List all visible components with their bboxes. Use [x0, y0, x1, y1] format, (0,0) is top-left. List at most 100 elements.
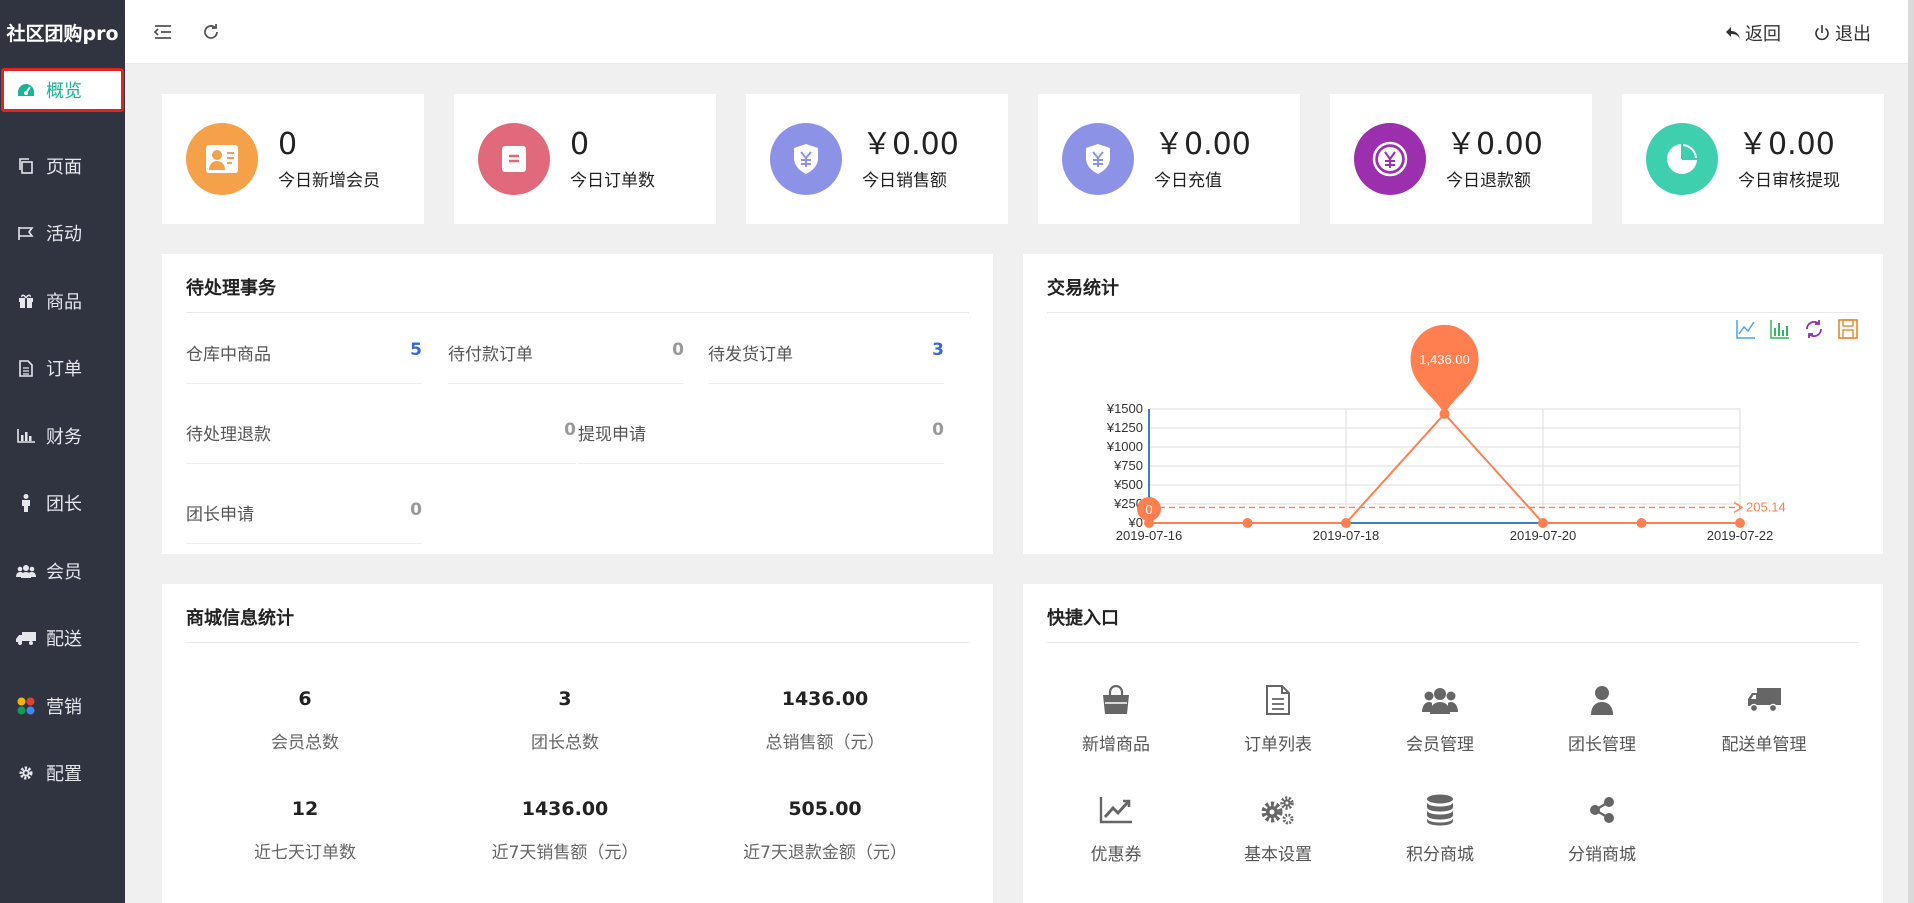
quick-label: 优惠券 [1090, 845, 1142, 865]
divider [1047, 642, 1859, 643]
file-icon [16, 358, 36, 378]
back-label: 返回 [1745, 24, 1781, 45]
quick-order-list[interactable]: 订单列表 [1213, 680, 1343, 755]
data-point [1538, 518, 1548, 528]
quick-label: 订单列表 [1244, 735, 1312, 755]
stat-value: ￥0.00 [1446, 126, 1543, 162]
mall-stat-members: 6 会员总数 [185, 688, 425, 753]
pending-value: 0 [564, 420, 576, 440]
pending-item-withdraw[interactable]: 提现申请 0 [578, 420, 944, 464]
min-marker-label: 0 [1145, 502, 1152, 517]
trend-chart-icon [1051, 790, 1181, 830]
yen-shield-icon [1062, 123, 1134, 195]
sidebar-item-delivery[interactable]: 配送 [0, 605, 125, 673]
mall-stat-label: 近7天销售额（元） [491, 843, 639, 863]
mall-stat-value: 1436.00 [781, 688, 869, 710]
power-icon [1815, 25, 1829, 41]
logout-button[interactable]: 退出 [1813, 20, 1871, 46]
pending-item-unpaid[interactable]: 待付款订单 0 [448, 340, 684, 384]
stat-card-refund: ￥0.00 今日退款额 [1330, 94, 1592, 224]
sidebar-item-label: 配置 [46, 764, 82, 786]
stat-card-recharge: ￥0.00 今日充值 [1038, 94, 1300, 224]
quick-leader-manage[interactable]: 团长管理 [1537, 680, 1667, 755]
mall-panel: 商城信息统计 6 会员总数 3 团长总数 1436.00 总销售额（元） 12 … [162, 584, 993, 903]
sidebar-item-label: 会员 [46, 561, 82, 583]
stat-label: 今日新增会员 [278, 170, 380, 191]
sidebar-item-label: 团长 [46, 494, 82, 516]
stat-label: 今日退款额 [1446, 170, 1531, 191]
pending-item-refund[interactable]: 待处理退款 0 [186, 420, 576, 464]
member-card-icon [186, 123, 258, 195]
data-point [1144, 518, 1154, 528]
save-icon[interactable] [1837, 318, 1859, 340]
mall-stat-label: 总销售额（元） [765, 733, 885, 753]
stat-label: 今日销售额 [862, 170, 947, 191]
sidebar-item-marketing[interactable]: 营销 [0, 672, 125, 740]
stat-label: 今日充值 [1154, 170, 1222, 191]
pending-label: 仓库中商品 [186, 345, 271, 365]
quick-label: 积分商城 [1406, 845, 1474, 865]
quick-label: 会员管理 [1406, 735, 1474, 755]
chart-toolbox [1735, 318, 1859, 340]
sidebar-item-members[interactable]: 会员 [0, 537, 125, 605]
stat-card-new-members: 0 今日新增会员 [162, 94, 424, 224]
sidebar-item-label: 页面 [46, 156, 82, 178]
mall-stat-value: 3 [558, 688, 572, 710]
pending-panel: 待处理事务 仓库中商品 5 待付款订单 0 待发货订单 3 待处理退款 0 提现… [162, 254, 993, 554]
quick-basic-settings[interactable]: 基本设置 [1213, 790, 1343, 865]
scrollbar[interactable] [1908, 0, 1914, 903]
mall-stat-value: 6 [298, 688, 312, 710]
min-marker [1137, 497, 1161, 521]
mall-stat-label: 团长总数 [531, 733, 599, 753]
stat-card-withdraw: ￥0.00 今日审核提现 [1622, 94, 1884, 224]
sidebar-item-label: 活动 [46, 224, 82, 246]
sidebar-item-overview[interactable]: 概览 [1, 68, 124, 112]
sidebar-item-activity[interactable]: 活动 [0, 200, 125, 268]
shopping-bag-icon [1051, 680, 1181, 720]
quick-distribution-mall[interactable]: 分销商城 [1537, 790, 1667, 865]
order-icon [478, 123, 550, 195]
quick-add-goods[interactable]: 新增商品 [1051, 680, 1181, 755]
dashboard-icon [16, 80, 36, 100]
max-marker-pin [1410, 324, 1479, 414]
logout-label: 退出 [1835, 24, 1871, 45]
sidebar-item-label: 配送 [46, 629, 82, 651]
pending-value: 3 [932, 340, 944, 360]
mall-stat-week-refund: 505.00 近7天退款金额（元） [705, 798, 945, 863]
back-button[interactable]: 返回 [1725, 20, 1781, 46]
flag-icon [16, 223, 36, 243]
y-tick-label: ¥1000 [1106, 439, 1143, 454]
sidebar-item-leader[interactable]: 团长 [0, 470, 125, 538]
menu-collapse-icon[interactable] [151, 20, 175, 44]
sidebar-item-pages[interactable]: 页面 [0, 132, 125, 200]
pending-label: 团长申请 [186, 505, 254, 525]
mall-stat-week-sales: 1436.00 近7天销售额（元） [445, 798, 685, 863]
pending-item-warehouse[interactable]: 仓库中商品 5 [186, 340, 422, 384]
pending-item-leader-apply[interactable]: 团长申请 0 [186, 500, 422, 544]
sidebar-item-label: 概览 [46, 81, 82, 102]
data-point [1636, 518, 1647, 528]
panel-title: 商城信息统计 [186, 608, 294, 629]
refresh-icon[interactable] [199, 20, 223, 44]
bar-chart-icon[interactable] [1769, 318, 1791, 340]
sidebar-item-finance[interactable]: 财务 [0, 402, 125, 470]
refresh-icon[interactable] [1803, 318, 1825, 340]
line-chart-icon[interactable] [1735, 318, 1757, 340]
stat-label: 今日订单数 [570, 170, 655, 191]
divider [186, 312, 969, 313]
quick-member-manage[interactable]: 会员管理 [1375, 680, 1505, 755]
quick-delivery-manage[interactable]: 配送单管理 [1699, 680, 1829, 755]
pending-label: 待处理退款 [186, 425, 271, 445]
panel-title: 交易统计 [1047, 278, 1119, 299]
gears-icon [1213, 790, 1343, 830]
gear-icon [16, 763, 36, 783]
pending-item-to-ship[interactable]: 待发货订单 3 [708, 340, 944, 384]
sidebar-item-config[interactable]: 配置 [0, 740, 125, 808]
copy-icon [16, 156, 36, 176]
quick-coupon[interactable]: 优惠券 [1051, 790, 1181, 865]
sidebar-item-orders[interactable]: 订单 [0, 335, 125, 403]
y-tick-label: ¥1500 [1106, 401, 1143, 416]
sidebar-item-goods[interactable]: 商品 [0, 267, 125, 335]
mall-stat-week-orders: 12 近七天订单数 [185, 798, 425, 863]
quick-points-mall[interactable]: 积分商城 [1375, 790, 1505, 865]
